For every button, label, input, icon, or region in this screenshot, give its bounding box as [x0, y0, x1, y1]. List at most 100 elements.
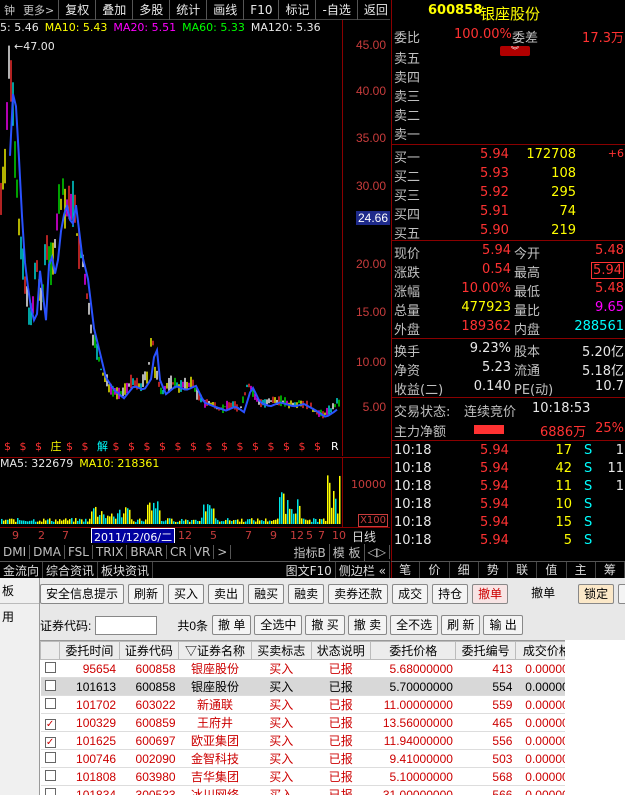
margin-buy-button[interactable]: 融买 [248, 584, 285, 604]
buy-button[interactable]: 买入 [168, 584, 205, 604]
volume-bar [315, 518, 317, 524]
select-all-button[interactable]: 全选中 [254, 615, 303, 635]
row-checkbox[interactable] [44, 751, 56, 763]
export-button[interactable]: 输 出 [483, 615, 523, 635]
sell-repay-button[interactable]: 卖券还款 [328, 584, 389, 604]
order-row[interactable]: 101702 603022 新通联 买入 已报 11.00000000 559 0.00000… [40, 695, 625, 714]
tick-row: 10:18 5.94 42 S 11 [394, 461, 624, 476]
detail-tab[interactable]: 主 [567, 562, 596, 578]
news-link[interactable]: 综合资讯 [43, 561, 99, 579]
column-header[interactable]: 委托编号 [455, 641, 516, 660]
draw-line-button[interactable]: 画线 [206, 0, 243, 20]
volume-bar [199, 520, 201, 524]
margin-sell-button[interactable]: 融卖 [288, 584, 325, 604]
detail-tab[interactable]: 筹 [596, 562, 625, 578]
deselect-all-button[interactable]: 全不选 [390, 615, 439, 635]
order-row[interactable]: 100746 002090 金智科技 买入 已报 9.41000000 503 0.00000… [40, 749, 625, 768]
cancel-button[interactable]: 撤 单 [212, 615, 252, 635]
row-checkbox[interactable]: ✓ [44, 736, 56, 748]
refresh-list-button[interactable]: 刷 新 [441, 615, 481, 635]
row-checkbox[interactable] [44, 697, 56, 709]
stock-header: 600858 银座股份 [392, 2, 625, 23]
back-button[interactable]: 返回 [356, 0, 394, 20]
cell-side: 买入 [251, 713, 312, 732]
scroll-arrows[interactable]: ◁▷ [365, 545, 390, 559]
cancel-order-tab[interactable]: 撤单 [472, 584, 509, 604]
detail-tab[interactable]: 势 [479, 562, 508, 578]
volume-bar [223, 521, 225, 524]
volume-bar [45, 520, 47, 524]
indicator-b-button[interactable]: 指标B [290, 543, 330, 561]
price-scale-label: 30.00 [355, 179, 386, 193]
detail-tab[interactable]: 笔 [391, 562, 421, 578]
f10-graphic-link[interactable]: 图文F10 [283, 561, 336, 579]
f10-button[interactable]: F10 [243, 0, 278, 20]
candlestick-chart[interactable]: ←47.00 $ $ $ 庄 $ $ 解 $ $ $ $ $ $ $ $ $ $ $ $ $ $ R [0, 20, 343, 456]
holdings-button[interactable]: 持仓 [432, 584, 469, 604]
column-header[interactable]: 买卖标志 [251, 641, 312, 660]
volume-bar [101, 511, 103, 524]
security-tip-button[interactable]: 安全信息提示 [40, 584, 125, 604]
detail-tab[interactable]: 值 [537, 562, 567, 578]
fuquan-button[interactable]: 复权 [58, 0, 95, 20]
date-tick: 7 [318, 529, 325, 542]
row-checkbox[interactable] [44, 661, 56, 673]
remove-watchlist-button[interactable]: -自选 [315, 0, 356, 20]
volume-bar [193, 519, 195, 524]
event-marker: 庄 [51, 439, 62, 453]
refresh-button[interactable]: 刷新 [128, 584, 165, 604]
volume-bar [85, 518, 87, 524]
volume-bar [331, 507, 333, 524]
deals-button[interactable]: 成交 [392, 584, 429, 604]
indicator-more[interactable]: > [214, 545, 232, 559]
multi-stock-button[interactable]: 多股 [132, 0, 169, 20]
indicator-trix[interactable]: TRIX [93, 545, 128, 559]
cancel-buy-button[interactable]: 撤 买 [305, 615, 345, 635]
row-checkbox[interactable] [44, 787, 56, 795]
indicator-brar[interactable]: BRAR [127, 545, 168, 559]
code-input[interactable] [95, 615, 158, 635]
column-header[interactable]: 状态说明 [310, 641, 372, 660]
column-header[interactable]: 委托价格 [370, 641, 457, 660]
mark-button[interactable]: 标记 [278, 0, 315, 20]
cancel-order-label[interactable]: 撤单 [526, 584, 560, 604]
column-header[interactable]: 委托时间 [59, 641, 120, 660]
lock-button[interactable]: 锁定 [578, 584, 615, 604]
volume-bar [15, 521, 17, 524]
cancel-sell-button[interactable]: 撤 卖 [347, 615, 388, 635]
detail-tab[interactable]: 细 [450, 562, 479, 578]
sell-button[interactable]: 卖出 [208, 584, 245, 604]
template-button[interactable]: 模 板 [330, 543, 365, 561]
volume-bar [143, 521, 145, 524]
capital-flow-link[interactable]: 金流向 [0, 561, 44, 579]
order-row[interactable]: 101613 600858 银座股份 买入 已报 5.70000000 554 0.00000… [40, 677, 625, 696]
indicator-cr[interactable]: CR [167, 545, 191, 559]
row-checkbox[interactable] [44, 679, 56, 691]
sidebar-toggle[interactable]: 侧边栏 « [336, 561, 390, 579]
order-row[interactable]: 95654 600858 银座股份 买入 已报 5.68000000 413 0.000000 [40, 659, 625, 678]
indicator-fsl[interactable]: FSL [65, 545, 93, 559]
indicator-dma[interactable]: DMA [30, 545, 65, 559]
stats-button[interactable]: 统计 [169, 0, 206, 20]
more-button[interactable]: 更多> [19, 2, 58, 18]
detail-tab[interactable]: 联 [508, 562, 538, 578]
row-checkbox[interactable]: ✓ [44, 718, 56, 730]
order-row[interactable]: ✓ 101625 600697 欧亚集团 买入 已报 11.94000000 556 0.000… [40, 731, 625, 750]
row-checkbox[interactable] [44, 769, 56, 781]
tick-row: 10:18 5.94 17 S 1 [394, 443, 624, 458]
column-header[interactable]: 证券代码 [118, 641, 180, 660]
vol-legend-item: MA10: 218361 [79, 457, 160, 470]
volume-bar [61, 520, 63, 524]
system-button[interactable]: 系统 [618, 584, 625, 604]
overlay-button[interactable]: 叠加 [95, 0, 132, 20]
column-header[interactable]: ▽证券名称 [178, 641, 253, 660]
order-row[interactable]: 101808 603980 吉华集团 买入 已报 5.10000000 568 0.00000… [40, 767, 625, 786]
indicator-vr[interactable]: VR [191, 545, 215, 559]
order-row[interactable]: 101834 300533 冰川网络 买入 已报 31.00000000 566 0.0000… [40, 785, 625, 795]
volume-bar [235, 519, 237, 524]
detail-tab[interactable]: 价 [420, 562, 450, 578]
sector-news-link[interactable]: 板块资讯 [98, 561, 154, 579]
order-row[interactable]: ✓ 100329 600859 王府井 买入 已报 13.56000000 465 0.0000… [40, 713, 625, 732]
volume-bar [25, 521, 27, 524]
indicator-dmi[interactable]: DMI [0, 545, 31, 559]
